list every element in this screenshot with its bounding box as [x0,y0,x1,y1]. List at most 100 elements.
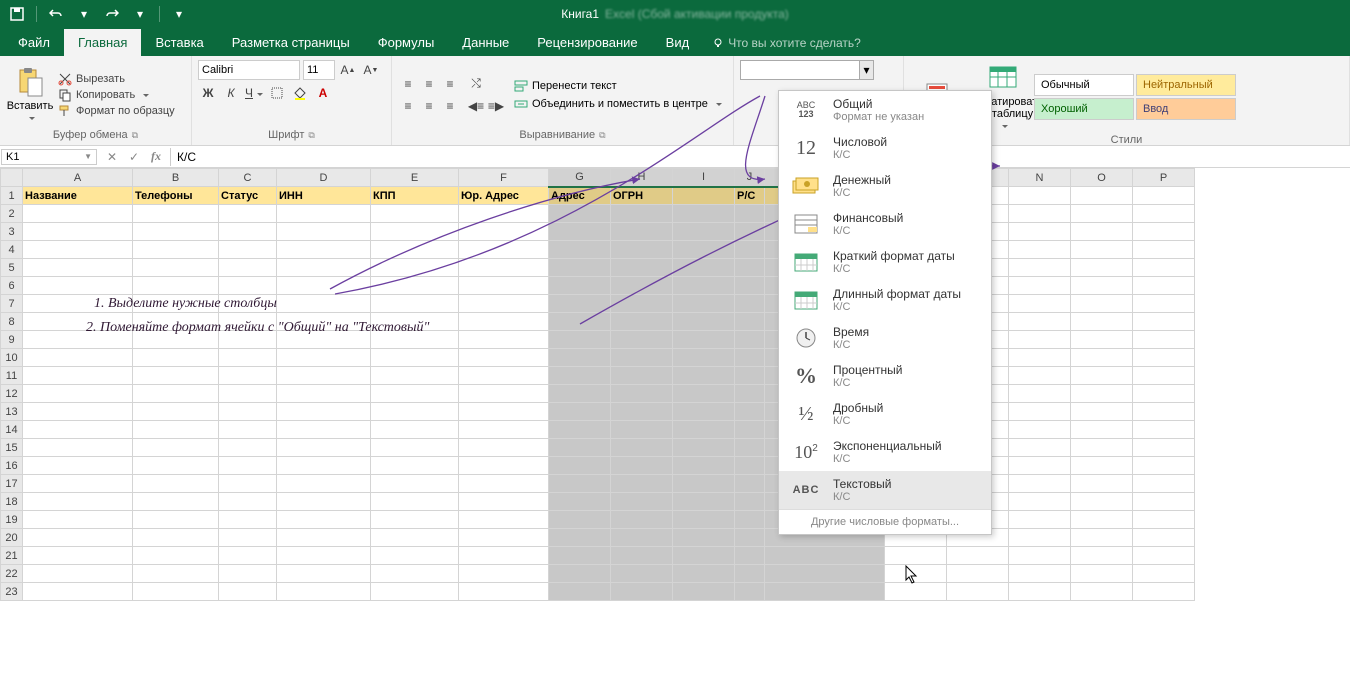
cell-F6[interactable] [459,277,549,295]
cell-P17[interactable] [1133,475,1195,493]
cell-H6[interactable] [611,277,673,295]
cell-N15[interactable] [1009,439,1071,457]
row-header-15[interactable]: 15 [1,439,23,457]
cell-E22[interactable] [371,565,459,583]
cell-B23[interactable] [133,583,219,601]
cell-N9[interactable] [1009,331,1071,349]
cell-N23[interactable] [1009,583,1071,601]
qat-customize-icon[interactable]: ▾ [168,3,190,25]
cell-I2[interactable] [673,205,735,223]
cell-P16[interactable] [1133,457,1195,475]
format-painter-button[interactable]: Формат по образцу [58,104,175,118]
cell-D3[interactable] [277,223,371,241]
cell-B21[interactable] [133,547,219,565]
cell-G20[interactable] [549,529,611,547]
font-name-select[interactable] [198,60,300,80]
cell-A5[interactable] [23,259,133,277]
save-icon[interactable] [6,3,28,25]
cell-H10[interactable] [611,349,673,367]
cell-I9[interactable] [673,331,735,349]
cell-K22[interactable] [765,565,885,583]
name-box[interactable]: K1▼ [1,149,97,165]
cell-A13[interactable] [23,403,133,421]
cell-D11[interactable] [277,367,371,385]
cell-O15[interactable] [1071,439,1133,457]
cell-O21[interactable] [1071,547,1133,565]
tell-me-search[interactable]: Что вы хотите сделать? [703,30,871,56]
cell-A16[interactable] [23,457,133,475]
cell-A22[interactable] [23,565,133,583]
cell-N5[interactable] [1009,259,1071,277]
underline-button[interactable]: Ч [244,83,264,103]
cell-O10[interactable] [1071,349,1133,367]
cell-H1[interactable]: ОГРН [611,187,673,205]
cell-H11[interactable] [611,367,673,385]
cell-B14[interactable] [133,421,219,439]
cell-H7[interactable] [611,295,673,313]
cell-C11[interactable] [219,367,277,385]
cell-O7[interactable] [1071,295,1133,313]
cell-G19[interactable] [549,511,611,529]
cell-H18[interactable] [611,493,673,511]
cell-D2[interactable] [277,205,371,223]
cell-O20[interactable] [1071,529,1133,547]
cell-K23[interactable] [765,583,885,601]
cell-C19[interactable] [219,511,277,529]
cell-E12[interactable] [371,385,459,403]
cell-N14[interactable] [1009,421,1071,439]
cell-D10[interactable] [277,349,371,367]
cell-A23[interactable] [23,583,133,601]
cell-N19[interactable] [1009,511,1071,529]
column-header-E[interactable]: E [371,169,459,187]
cell-C15[interactable] [219,439,277,457]
format-option-5[interactable]: Длинный формат датыК/С [779,281,991,319]
cell-F3[interactable] [459,223,549,241]
row-header-13[interactable]: 13 [1,403,23,421]
cell-A18[interactable] [23,493,133,511]
tab-data[interactable]: Данные [448,29,523,56]
cell-G16[interactable] [549,457,611,475]
cell-E1[interactable]: КПП [371,187,459,205]
cell-D13[interactable] [277,403,371,421]
cell-O16[interactable] [1071,457,1133,475]
copy-button[interactable]: Копировать [58,88,175,102]
cell-O1[interactable] [1071,187,1133,205]
cell-O14[interactable] [1071,421,1133,439]
cell-J8[interactable] [735,313,765,331]
cell-B17[interactable] [133,475,219,493]
cell-J19[interactable] [735,511,765,529]
format-option-0[interactable]: ABC123 ОбщийФормат не указан [779,91,991,129]
cell-J10[interactable] [735,349,765,367]
paste-button[interactable]: Вставить [6,64,54,126]
cell-D5[interactable] [277,259,371,277]
format-option-2[interactable]: ДенежныйК/С [779,167,991,205]
cell-J12[interactable] [735,385,765,403]
cell-I23[interactable] [673,583,735,601]
cell-H9[interactable] [611,331,673,349]
cell-E16[interactable] [371,457,459,475]
cell-B16[interactable] [133,457,219,475]
increase-font-icon[interactable]: A▲ [338,60,358,80]
decrease-indent-icon[interactable]: ◀≡ [466,96,486,116]
cell-A17[interactable] [23,475,133,493]
cell-G5[interactable] [549,259,611,277]
cell-N18[interactable] [1009,493,1071,511]
tab-layout[interactable]: Разметка страницы [218,29,364,56]
cell-N6[interactable] [1009,277,1071,295]
cell-G11[interactable] [549,367,611,385]
cell-O23[interactable] [1071,583,1133,601]
column-header-H[interactable]: H [611,169,673,187]
cell-F21[interactable] [459,547,549,565]
cell-G14[interactable] [549,421,611,439]
cell-C20[interactable] [219,529,277,547]
cell-I3[interactable] [673,223,735,241]
align-top-icon[interactable]: ≡ [398,74,418,94]
cell-N13[interactable] [1009,403,1071,421]
row-header-23[interactable]: 23 [1,583,23,601]
cell-N12[interactable] [1009,385,1071,403]
cell-D6[interactable] [277,277,371,295]
cell-F19[interactable] [459,511,549,529]
cell-P12[interactable] [1133,385,1195,403]
column-header-N[interactable]: N [1009,169,1071,187]
cell-J23[interactable] [735,583,765,601]
